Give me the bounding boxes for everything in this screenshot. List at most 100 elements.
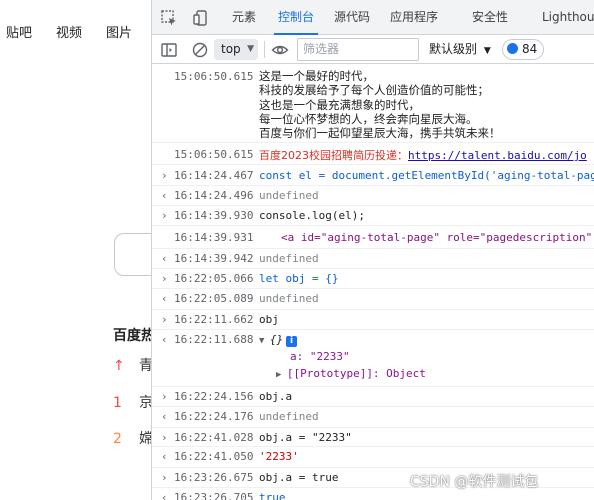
hot-item-text[interactable]: 嫦 <box>139 431 151 447</box>
console-result: undefined <box>259 189 319 202</box>
console-result: true <box>259 491 286 500</box>
input-chevron-icon: › <box>161 272 168 285</box>
hot-rank-arrow-icon: ↑ <box>113 358 125 374</box>
page-nav: 贴吧 视频 图片 <box>0 22 151 42</box>
result-chevron-icon: ‹ <box>161 333 168 346</box>
console-result: undefined <box>259 410 319 423</box>
console-log-text[interactable]: 这是一个最好的时代， 科技的发展给予了每个人创造价值的可能性； 这也是一个最充满… <box>259 69 501 140</box>
hot-list-title: 百度热 <box>113 328 151 344</box>
expand-triangle-icon[interactable]: ▼ <box>259 336 270 346</box>
timestamp: 16:14:39.931 <box>174 231 254 244</box>
console-message: 16:14:39.931 <a id="aging-total-page" ro… <box>152 226 594 249</box>
clear-console-icon[interactable] <box>191 41 209 59</box>
timestamp: 16:22:41.050 <box>174 450 254 463</box>
hot-list-item[interactable]: 2嫦 <box>113 428 151 448</box>
tab-security[interactable]: 安全性 <box>472 0 508 35</box>
timestamp: 16:22:11.688 <box>174 333 254 346</box>
input-chevron-icon: › <box>161 209 168 222</box>
hot-list-item[interactable]: 1京 <box>113 392 151 412</box>
device-toolbar-icon[interactable] <box>192 9 210 27</box>
console-result-row: ‹ 16:22:41.050 '2233' <box>152 447 594 468</box>
poem-line: 每一位心怀梦想的人，终会奔向星辰大海。 <box>259 111 478 126</box>
timestamp: 16:14:24.467 <box>174 169 254 182</box>
hot-rank: 2 <box>113 431 122 447</box>
nav-link-video[interactable]: 视频 <box>56 22 82 41</box>
nav-link-tieba[interactable]: 贴吧 <box>6 22 32 41</box>
filter-input[interactable]: 筛选器 <box>297 38 419 61</box>
timestamp: 16:23:26.705 <box>174 491 254 500</box>
timestamp: 16:22:05.066 <box>174 272 254 285</box>
timestamp: 16:22:11.662 <box>174 313 254 326</box>
hot-rank: 1 <box>113 395 122 411</box>
timestamp: 16:22:41.028 <box>174 431 254 444</box>
timestamp: 16:14:39.942 <box>174 252 254 265</box>
console-result-row: ‹ 16:22:24.176 undefined <box>152 407 594 428</box>
console-code[interactable]: let obj = {} <box>259 272 338 285</box>
csdn-watermark: CSDN @软件测试包 <box>410 474 539 490</box>
issues-icon <box>507 43 518 54</box>
console-result: undefined <box>259 252 319 265</box>
hot-item-text[interactable]: 京 <box>139 395 151 411</box>
poem-line: 科技的发展给予了每个人创造价值的可能性； <box>259 83 489 98</box>
console-code[interactable]: const el = document.getElementById('agin… <box>259 169 594 182</box>
console-code[interactable]: obj.a <box>259 390 292 403</box>
timestamp: 16:22:24.156 <box>174 390 254 403</box>
object-preview[interactable]: ▼ {} i <box>259 333 298 347</box>
search-box[interactable] <box>114 233 151 276</box>
hot-list-item[interactable]: ↑ 青 <box>113 355 151 375</box>
console-result-row: ‹ 16:22:05.089 undefined <box>152 289 594 310</box>
poem-line: 这是一个最好的时代， <box>259 69 374 83</box>
input-chevron-icon: › <box>161 390 168 403</box>
devtools-tab-bar: 元素 控制台 源代码 应用程序 安全性 Lighthouse <box>152 0 594 35</box>
devtools-panel: 元素 控制台 源代码 应用程序 安全性 Lighthouse top ▼ 筛选器… <box>151 0 594 500</box>
inspect-element-icon[interactable] <box>160 9 178 27</box>
expand-triangle-icon[interactable]: ▶ <box>276 370 287 380</box>
console-code[interactable]: console.log(el); <box>259 209 365 222</box>
prototype-entry[interactable]: ▶ [[Prototype]]: Object <box>276 367 426 380</box>
input-chevron-icon: › <box>161 431 168 444</box>
context-select[interactable]: top ▼ <box>214 39 258 60</box>
web-page: 贴吧 视频 图片 百度热 ↑ 青 1京 2嫦 <box>0 0 151 500</box>
live-expression-eye-icon[interactable] <box>271 41 289 59</box>
tab-lighthouse[interactable]: Lighthouse <box>542 0 594 35</box>
result-chevron-icon: ‹ <box>161 292 168 305</box>
result-chevron-icon: ‹ <box>161 410 168 423</box>
console-result: '2233' <box>259 450 299 463</box>
console-result-row: ‹ 16:14:39.942 undefined <box>152 249 594 269</box>
console-input-row: › 16:14:24.467 const el = document.getEl… <box>152 165 594 186</box>
result-chevron-icon: ‹ <box>161 252 168 265</box>
sidebar-toggle-icon[interactable] <box>160 41 178 59</box>
input-chevron-icon: › <box>161 169 168 182</box>
console-toolbar: top ▼ 筛选器 默认级别 ▼ 84 <box>152 35 594 64</box>
console-code[interactable]: obj.a = "2233" <box>259 431 352 444</box>
tab-elements[interactable]: 元素 <box>232 0 256 35</box>
nav-link-images[interactable]: 图片 <box>106 22 132 41</box>
context-value: top <box>221 42 241 56</box>
chevron-down-icon: ▼ <box>247 44 254 54</box>
dom-node-element[interactable]: <a id="aging-total-page" role="pagedescr… <box>281 231 592 244</box>
recruit-link[interactable]: https://talent.baidu.com/jo <box>408 149 587 162</box>
toolbar-divider <box>264 41 265 58</box>
console-code[interactable]: obj.a = true <box>259 471 338 484</box>
poem-line: 这也是一个最充满想象的时代， <box>259 97 420 112</box>
timestamp: 15:06:50.615 <box>174 70 254 83</box>
result-chevron-icon: ‹ <box>161 189 168 202</box>
log-levels-label: 默认级别 <box>429 42 478 56</box>
console-code[interactable]: obj <box>259 313 279 326</box>
console-input-row: › 16:22:24.156 obj.a <box>152 387 594 407</box>
tab-sources[interactable]: 源代码 <box>334 0 370 35</box>
info-icon[interactable]: i <box>286 336 298 347</box>
console-message: 15:06:50.615 这是一个最好的时代， 科技的发展给予了每个人创造价值的… <box>152 64 594 143</box>
issues-counter[interactable]: 84 <box>502 39 545 60</box>
tab-application[interactable]: 应用程序 <box>390 0 438 35</box>
input-chevron-icon: › <box>161 313 168 326</box>
console-input-row: › 16:22:41.028 obj.a = "2233" <box>152 428 594 447</box>
hot-item-text[interactable]: 青 <box>139 358 151 374</box>
console-message: 15:06:50.615 百度2023校园招聘简历投递：https://tale… <box>152 143 594 165</box>
log-levels-dropdown[interactable]: 默认级别 ▼ <box>429 35 491 64</box>
timestamp: 15:06:50.615 <box>174 148 254 161</box>
recruit-text: 百度2023校园招聘简历投递： <box>259 149 408 162</box>
console-result-row: ‹ 16:22:11.688 ▼ {} i a: "2233" ▶ [[Proto… <box>152 330 594 387</box>
console-result-row: ‹ 16:14:24.496 undefined <box>152 186 594 206</box>
tab-console[interactable]: 控制台 <box>273 0 319 35</box>
